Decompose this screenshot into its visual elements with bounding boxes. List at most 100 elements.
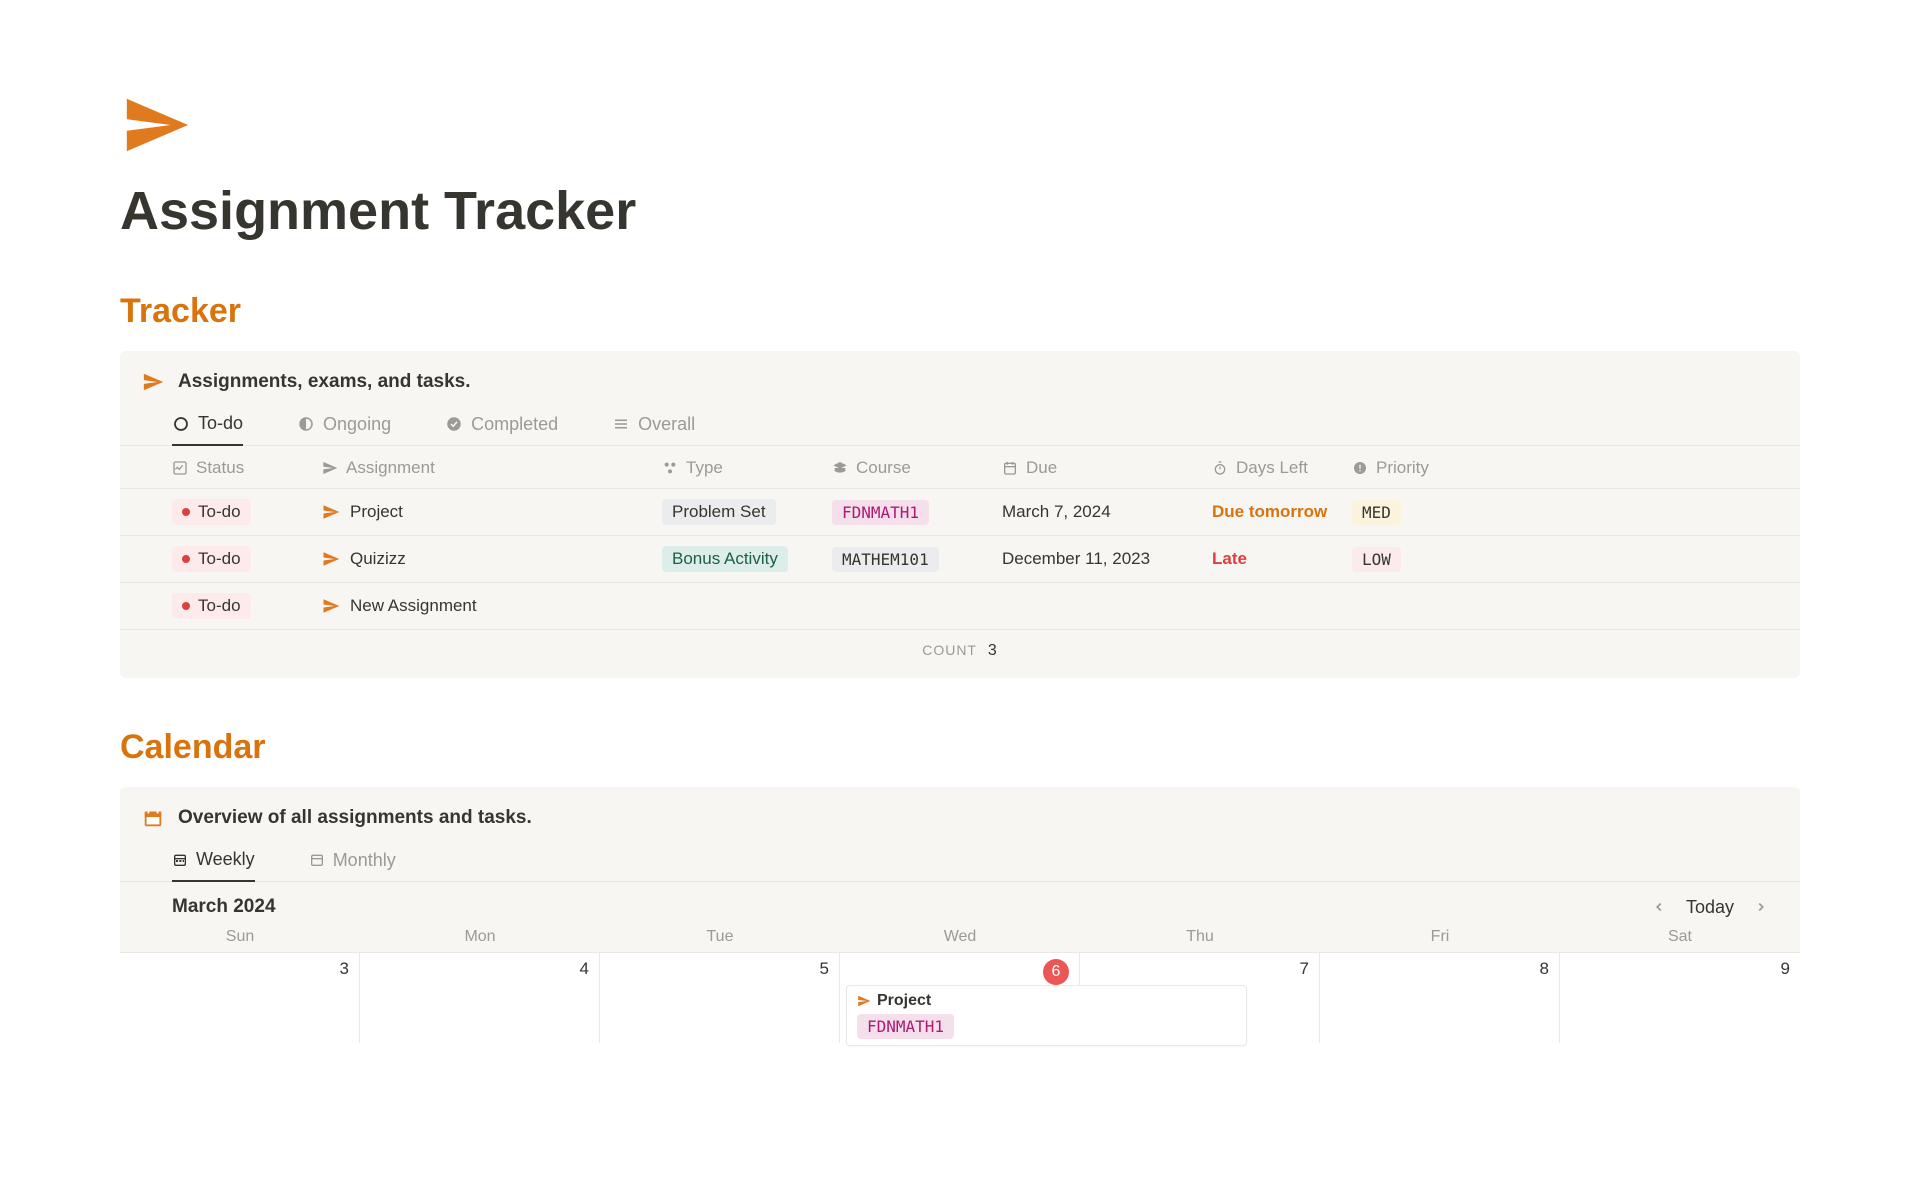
tab-weekly[interactable]: Weekly [172,843,255,882]
dot-icon [182,602,190,610]
table-row[interactable]: To-do New Assignment [120,583,1800,630]
status-badge: To-do [172,593,251,619]
calendar-card: Overview of all assignments and tasks. W… [120,787,1800,1043]
status-text: To-do [198,596,241,616]
day-head: Thu [1080,928,1320,946]
day-head: Sat [1560,928,1800,946]
list-icon [612,415,630,433]
calendar-cell[interactable]: 4 [360,953,600,1043]
col-label: Type [686,458,723,478]
tab-ongoing[interactable]: Ongoing [297,407,391,445]
status-text: To-do [198,502,241,522]
tab-label: Completed [471,414,558,435]
calendar-icon [1002,460,1018,476]
col-label: Course [856,458,911,478]
tab-label: To-do [198,413,243,434]
paper-plane-icon [322,550,340,568]
calendar-heading: Calendar [120,728,1800,767]
cal-date: 8 [1330,959,1549,979]
calendar-tabs: Weekly Monthly [120,843,1800,882]
paper-plane-icon [322,503,340,521]
cal-date: 5 [610,959,829,979]
assignment-name: New Assignment [350,596,477,616]
count-value: 3 [988,642,998,659]
col-label: Due [1026,458,1057,478]
paper-plane-icon [322,597,340,615]
calendar-cell[interactable]: 8 [1320,953,1560,1043]
day-head: Tue [600,928,840,946]
day-head: Sun [120,928,360,946]
check-circle-icon [445,415,463,433]
tab-label: Overall [638,414,695,435]
paper-plane-icon [857,994,871,1008]
calendar-toolbar: March 2024 Today [120,882,1800,928]
tracker-tabs: To-do Ongoing Completed Overall [120,407,1800,446]
col-label: Priority [1376,458,1429,478]
dot-icon [182,555,190,563]
calendar-event[interactable]: Project FDNMATH1 [846,985,1247,1046]
col-label: Days Left [1236,458,1308,478]
cal-date: 7 [1090,959,1309,979]
tab-label: Ongoing [323,414,391,435]
status-badge: To-do [172,499,251,525]
count-label: COUNT [922,642,977,658]
tracker-card: Assignments, exams, and tasks. To-do Ong… [120,351,1800,678]
assignment-name: Quizizz [350,549,406,569]
calendar-card-title: Overview of all assignments and tasks. [178,807,532,829]
calendar-month-icon [309,852,325,868]
tracker-heading: Tracker [120,292,1800,331]
page-title: Assignment Tracker [120,180,1800,242]
due-date: March 7, 2024 [1002,502,1212,522]
tab-completed[interactable]: Completed [445,407,558,445]
day-head: Wed [840,928,1080,946]
calendar-cell[interactable]: 5 [600,953,840,1043]
calendar-grid: 3 4 5 6 Project FDNMATH1 7 8 9 [120,952,1800,1043]
calendar-day-headers: Sun Mon Tue Wed Thu Fri Sat [120,928,1800,952]
cal-date: 4 [370,959,589,979]
alert-icon [1352,460,1368,476]
table-header: Status Assignment Type Course Due [120,446,1800,489]
assignment-name: Project [350,502,403,522]
cal-date: 3 [130,959,349,979]
type-badge: Bonus Activity [662,546,788,572]
chevron-right-icon[interactable] [1750,896,1772,918]
circle-icon [172,415,190,433]
calendar-month-label: March 2024 [172,896,276,918]
calendar-icon [142,807,164,829]
status-text: To-do [198,549,241,569]
tab-monthly[interactable]: Monthly [309,843,396,881]
calendar-cell[interactable]: 3 [120,953,360,1043]
count-row: COUNT 3 [120,630,1800,666]
calendar-week-icon [172,852,188,868]
half-circle-icon [297,415,315,433]
tab-todo[interactable]: To-do [172,407,243,446]
day-head: Fri [1320,928,1560,946]
table-row[interactable]: To-do Quizizz Bonus Activity MATHEM101 D… [120,536,1800,583]
tab-label: Weekly [196,849,255,870]
course-badge: MATHEM101 [832,547,939,572]
cal-date: 9 [1570,959,1790,979]
calendar-cell[interactable]: 9 [1560,953,1800,1043]
due-date: December 11, 2023 [1002,549,1212,569]
graduation-cap-icon [832,460,848,476]
chevron-left-icon[interactable] [1648,896,1670,918]
priority-badge: MED [1352,500,1401,525]
dot-icon [182,508,190,516]
tracker-card-title: Assignments, exams, and tasks. [178,371,471,393]
paper-plane-icon [142,371,164,393]
status-badge: To-do [172,546,251,572]
event-course-badge: FDNMATH1 [857,1014,954,1039]
calendar-cell[interactable]: 6 Project FDNMATH1 [840,953,1080,1043]
type-icon [662,460,678,476]
table-row[interactable]: To-do Project Problem Set FDNMATH1 March… [120,489,1800,536]
col-label: Assignment [346,458,435,478]
priority-badge: LOW [1352,547,1401,572]
tab-label: Monthly [333,850,396,871]
days-left: Due tomorrow [1212,502,1352,522]
col-label: Status [196,458,244,478]
today-button[interactable]: Today [1686,897,1734,918]
tab-overall[interactable]: Overall [612,407,695,445]
type-badge: Problem Set [662,499,776,525]
paper-plane-icon [120,90,1800,160]
paper-plane-icon [322,460,338,476]
